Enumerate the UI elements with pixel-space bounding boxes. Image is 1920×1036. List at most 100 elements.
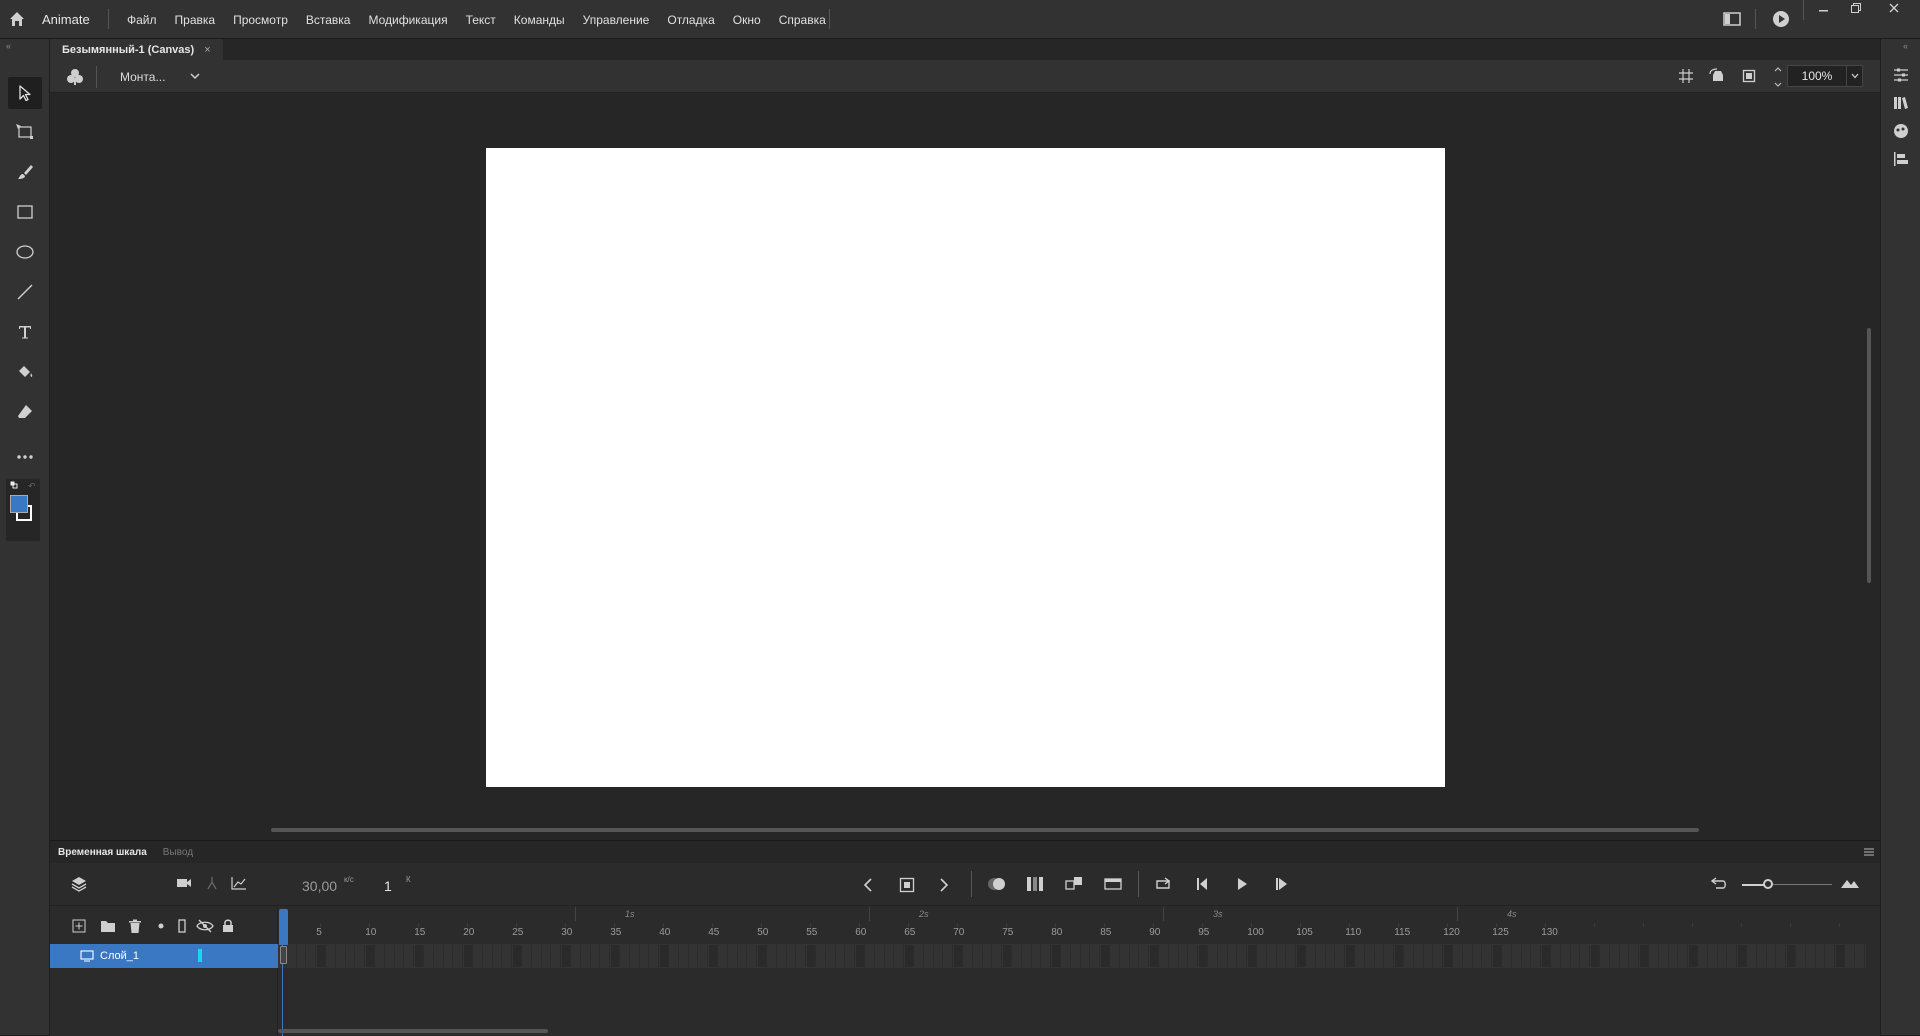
- frame-cell[interactable]: [532, 945, 542, 967]
- frame-cell[interactable]: [1728, 945, 1738, 967]
- frame-cell[interactable]: [1757, 945, 1767, 967]
- frame-cell[interactable]: [1532, 945, 1542, 967]
- frame-cell[interactable]: [660, 945, 669, 967]
- frame-cell[interactable]: [1610, 945, 1620, 967]
- frame-cell[interactable]: [434, 945, 444, 967]
- frame-cell[interactable]: [346, 945, 356, 967]
- chevron-down-icon[interactable]: [190, 72, 200, 80]
- frame-cell[interactable]: [748, 945, 758, 967]
- edit-symbols-icon[interactable]: [66, 68, 84, 86]
- menu-item[interactable]: Управление: [574, 13, 659, 27]
- more-tools-icon[interactable]: [8, 441, 42, 473]
- frame-cell[interactable]: [1258, 945, 1267, 967]
- new-layer-icon[interactable]: [72, 919, 86, 933]
- frame-cell[interactable]: [513, 945, 522, 967]
- frame-cell[interactable]: [552, 945, 562, 967]
- frame-cell[interactable]: [1160, 945, 1169, 967]
- frame-cell[interactable]: [621, 945, 630, 967]
- fill-color-swatch[interactable]: [10, 495, 28, 513]
- outline-layer-icon[interactable]: [178, 919, 186, 933]
- frame-cell[interactable]: [415, 945, 424, 967]
- collapse-panel-icon[interactable]: «: [6, 41, 11, 51]
- frame-cell[interactable]: [1640, 945, 1649, 967]
- playhead-handle[interactable]: [279, 909, 288, 945]
- frame-cell[interactable]: [1179, 945, 1189, 967]
- frame-cell[interactable]: [474, 945, 483, 967]
- frame-cell[interactable]: [866, 945, 875, 967]
- frame-cell[interactable]: [1748, 945, 1757, 967]
- frame-cell[interactable]: [1659, 945, 1669, 967]
- step-back-icon[interactable]: [1195, 877, 1211, 891]
- free-transform-icon[interactable]: [8, 116, 42, 148]
- frame-cell[interactable]: [1130, 945, 1140, 967]
- frame-cell[interactable]: [1591, 945, 1600, 967]
- paint-bucket-icon[interactable]: [8, 356, 42, 388]
- frame-cell[interactable]: [405, 945, 415, 967]
- frame-cell[interactable]: [1679, 945, 1689, 967]
- frame-cell[interactable]: [1091, 945, 1101, 967]
- frame-cell[interactable]: [689, 945, 699, 967]
- library-panel-icon[interactable]: [1893, 95, 1909, 111]
- expand-panels-icon[interactable]: «: [1903, 41, 1908, 51]
- visibility-icon[interactable]: [196, 919, 214, 933]
- frame-cell[interactable]: [307, 945, 317, 967]
- frame-cell[interactable]: [1503, 945, 1512, 967]
- frame-cell[interactable]: [1356, 945, 1365, 967]
- zoom-dropdown[interactable]: [1847, 65, 1863, 87]
- frame-cell[interactable]: [1238, 945, 1248, 967]
- frame-cell[interactable]: [1307, 945, 1316, 967]
- frame-ruler[interactable]: 5 10 15 20 25 30 35 40 45 50 55 60 65 70 75 80 85 90 95 100…: [278, 907, 1880, 944]
- frame-cell[interactable]: [1669, 945, 1679, 967]
- frame-cell[interactable]: [836, 945, 846, 967]
- frame-cell[interactable]: [1199, 945, 1208, 967]
- insert-keyframe-icon[interactable]: [899, 877, 915, 893]
- frame-cell[interactable]: [591, 945, 601, 967]
- frame-cell[interactable]: [1316, 945, 1326, 967]
- stage-horizontal-scrollbar[interactable]: [271, 828, 1699, 832]
- frame-cell[interactable]: [542, 945, 552, 967]
- selection-arrow-icon[interactable]: [8, 77, 42, 109]
- frame-cell[interactable]: [777, 945, 787, 967]
- frame-cell[interactable]: [885, 945, 895, 967]
- frame-cell[interactable]: [1365, 945, 1375, 967]
- menu-item[interactable]: Окно: [724, 13, 770, 27]
- brush-icon[interactable]: [8, 156, 42, 188]
- frame-cell[interactable]: [581, 945, 591, 967]
- scene-selector[interactable]: Монта...: [120, 70, 165, 84]
- layers-icon[interactable]: [70, 875, 88, 893]
- empty-keyframe[interactable]: [280, 946, 287, 964]
- frame-cell[interactable]: [1140, 945, 1150, 967]
- layer-name[interactable]: Слой_1: [100, 950, 139, 962]
- insert-blank-keyframe-icon[interactable]: [1104, 876, 1122, 892]
- frame-cell[interactable]: [1816, 945, 1826, 967]
- frame-cell[interactable]: [699, 945, 709, 967]
- frame-cell[interactable]: [1336, 945, 1346, 967]
- frame-cell[interactable]: [376, 945, 385, 967]
- frame-cell[interactable]: [1209, 945, 1218, 967]
- frame-cell[interactable]: [934, 945, 944, 967]
- fit-frames-icon[interactable]: [1840, 877, 1860, 889]
- frame-cell[interactable]: [924, 945, 934, 967]
- close-tab-icon[interactable]: ×: [204, 44, 210, 56]
- frame-cell[interactable]: [728, 945, 738, 967]
- frame-cell[interactable]: [1013, 945, 1022, 967]
- new-folder-icon[interactable]: [100, 919, 116, 933]
- frame-cell[interactable]: [1189, 945, 1199, 967]
- zoom-stepper-icon[interactable]: [1774, 66, 1782, 88]
- frame-cell[interactable]: [1826, 945, 1836, 967]
- frame-cell[interactable]: [444, 945, 454, 967]
- layer-row[interactable]: Слой_1: [50, 944, 278, 968]
- graph-editor-icon[interactable]: [231, 876, 247, 890]
- timeline-horizontal-scrollbar[interactable]: [278, 1029, 548, 1033]
- frame-cell[interactable]: [1111, 945, 1120, 967]
- fps-value[interactable]: 30,00: [302, 878, 337, 894]
- menu-item[interactable]: Отладка: [658, 13, 723, 27]
- frame-cell[interactable]: [670, 945, 679, 967]
- frame-cell[interactable]: [1444, 945, 1453, 967]
- eraser-icon[interactable]: [8, 396, 42, 428]
- frame-cell[interactable]: [1414, 945, 1424, 967]
- frame-cell[interactable]: [797, 945, 807, 967]
- frame-cell[interactable]: [464, 945, 473, 967]
- frame-cell[interactable]: [395, 945, 405, 967]
- frame-cell[interactable]: [1052, 945, 1061, 967]
